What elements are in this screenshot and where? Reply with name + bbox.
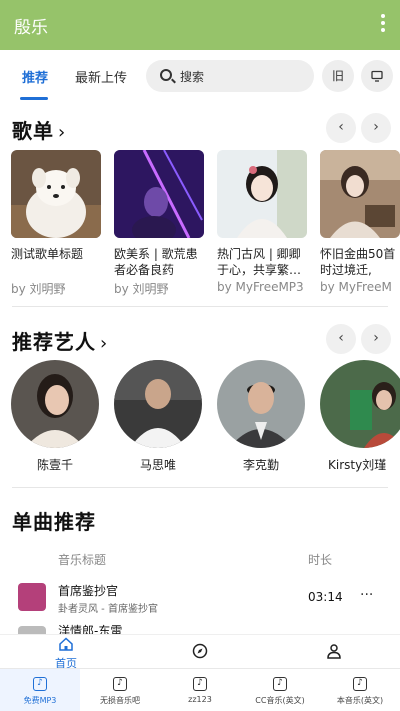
divider — [12, 306, 388, 307]
tab-recommend[interactable]: 推荐 — [22, 67, 48, 86]
home-icon — [59, 637, 73, 651]
chevron-right-icon: › — [100, 333, 109, 354]
artist-name: 马思唯 — [139, 458, 176, 472]
song-title: 首席鉴抄官 — [58, 584, 119, 598]
artist-card[interactable]: Kirsty刘瑾 — [320, 360, 400, 473]
playlist-author: by 刘明野 — [114, 282, 169, 296]
divider — [12, 487, 388, 488]
monitor-icon — [371, 70, 383, 82]
source-tab-bar: ♪ 免费MP3 ♪ 无损音乐吧 ♪ zz123 ♪ CC音乐(英文) ♪ 本音乐… — [0, 668, 400, 711]
more-menu-icon[interactable] — [380, 14, 386, 34]
music-note-icon: ♪ — [273, 677, 287, 691]
artists-prev-button[interactable]: ‹ — [326, 324, 356, 354]
playlist-card[interactable]: 热门古风 | 卿卿于心，共享繁… by MyFreeMP3 — [217, 150, 307, 294]
nav-home[interactable]: 首页 — [26, 635, 106, 671]
playlist-author: by MyFreeM — [320, 280, 392, 294]
source-tab-label: zz123 — [188, 695, 212, 704]
source-tab-label: 免费MP3 — [23, 696, 57, 705]
artist-name: 陈壹千 — [36, 458, 73, 472]
playlists-section-title[interactable]: 歌单 › — [12, 115, 66, 144]
music-note-icon: ♪ — [113, 677, 127, 691]
bottom-navigation: 首页 — [0, 634, 400, 671]
playlist-cover-dog — [11, 150, 101, 238]
song-duration: 03:14 — [308, 590, 343, 604]
playlists-next-button[interactable]: › — [361, 113, 391, 143]
artist-avatar — [11, 360, 99, 448]
tab-row: 推荐 最新上传 搜索 旧 — [0, 50, 400, 102]
artists-title-text: 推荐艺人 — [12, 330, 96, 354]
app-title: 殷乐 — [14, 18, 48, 38]
artist-card[interactable]: 陈壹千 — [10, 360, 100, 473]
artist-avatar — [320, 360, 400, 448]
source-tab-free-mp3[interactable]: ♪ 免费MP3 — [0, 669, 80, 711]
tab-indicator — [20, 97, 48, 100]
artist-name: 李克勤 — [242, 458, 279, 472]
nav-discover[interactable] — [160, 635, 240, 663]
source-tab-cc-music[interactable]: ♪ CC音乐(英文) — [240, 669, 320, 711]
music-note-icon: ♪ — [33, 677, 47, 691]
source-tab-label: 无损音乐吧 — [100, 696, 140, 705]
app-bar: 殷乐 — [0, 0, 400, 50]
tab-latest-upload[interactable]: 最新上传 — [75, 67, 127, 86]
playlist-card[interactable]: 怀旧金曲50首 | 时过境迁, by MyFreeM — [320, 150, 400, 294]
artist-card[interactable]: 马思唯 — [113, 360, 203, 473]
playlist-card[interactable]: 测试歌单标题 by 刘明野 — [11, 150, 101, 297]
search-box[interactable]: 搜索 — [146, 60, 314, 92]
nav-profile[interactable] — [294, 635, 374, 663]
source-tab-lossless[interactable]: ♪ 无损音乐吧 — [80, 669, 160, 711]
singles-section-title: 单曲推荐 — [12, 510, 96, 534]
song-thumbnail — [18, 626, 46, 634]
music-note-icon: ♪ — [353, 677, 367, 691]
artists-section-title[interactable]: 推荐艺人 › — [12, 326, 108, 355]
user-icon — [327, 644, 341, 659]
song-title: 洋情郎-东雷 — [58, 624, 123, 634]
song-subtitle: 卦者灵风 - 首席鉴抄官 — [58, 604, 158, 615]
compass-icon — [192, 643, 208, 659]
song-more-icon[interactable]: ··· — [360, 587, 373, 603]
playlists-title-text: 歌单 — [12, 119, 54, 143]
playlist-cover-vintage — [320, 150, 400, 238]
artists-next-button[interactable]: › — [361, 324, 391, 354]
playlist-cover-guofeng — [217, 150, 307, 238]
search-placeholder: 搜索 — [180, 70, 205, 84]
playlist-cover-neon — [114, 150, 204, 238]
playlist-name: 测试歌单标题 — [11, 247, 84, 261]
source-tab-ben-music[interactable]: ♪ 本音乐(英文) — [320, 669, 400, 711]
song-row[interactable]: 首席鉴抄官 卦者灵风 - 首席鉴抄官 03:14 ··· — [0, 578, 400, 618]
playlist-author: by 刘明野 — [11, 282, 66, 296]
source-tab-zz123[interactable]: ♪ zz123 — [160, 669, 240, 711]
song-row[interactable]: 洋情郎-东雷 — [0, 620, 400, 634]
playlist-name: 怀旧金曲50首 | 时过境迁, — [320, 247, 400, 277]
artist-card[interactable]: 李克勤 — [216, 360, 306, 473]
song-thumbnail — [18, 583, 46, 611]
source-tab-label: CC音乐(英文) — [255, 696, 305, 705]
artist-avatar — [114, 360, 202, 448]
search-icon — [160, 69, 172, 81]
column-header-title: 音乐标题 — [58, 553, 107, 567]
playlists-prev-button[interactable]: ‹ — [326, 113, 356, 143]
column-header-duration: 时长 — [308, 553, 333, 567]
playlist-author: by MyFreeMP3 — [217, 280, 304, 294]
playlist-name: 热门古风 | 卿卿于心，共享繁… — [217, 247, 302, 277]
source-tab-label: 本音乐(英文) — [336, 696, 384, 705]
music-note-icon: ♪ — [193, 677, 207, 691]
artist-name: Kirsty刘瑾 — [328, 458, 387, 472]
playlist-name: 欧美系 | 歌荒患者必备良药 — [114, 247, 198, 277]
chevron-right-icon: › — [58, 122, 67, 143]
screen-icon-button[interactable] — [361, 60, 393, 92]
playlist-card[interactable]: 欧美系 | 歌荒患者必备良药 by 刘明野 — [114, 150, 204, 297]
old-version-button[interactable]: 旧 — [322, 60, 354, 92]
artist-avatar — [217, 360, 305, 448]
